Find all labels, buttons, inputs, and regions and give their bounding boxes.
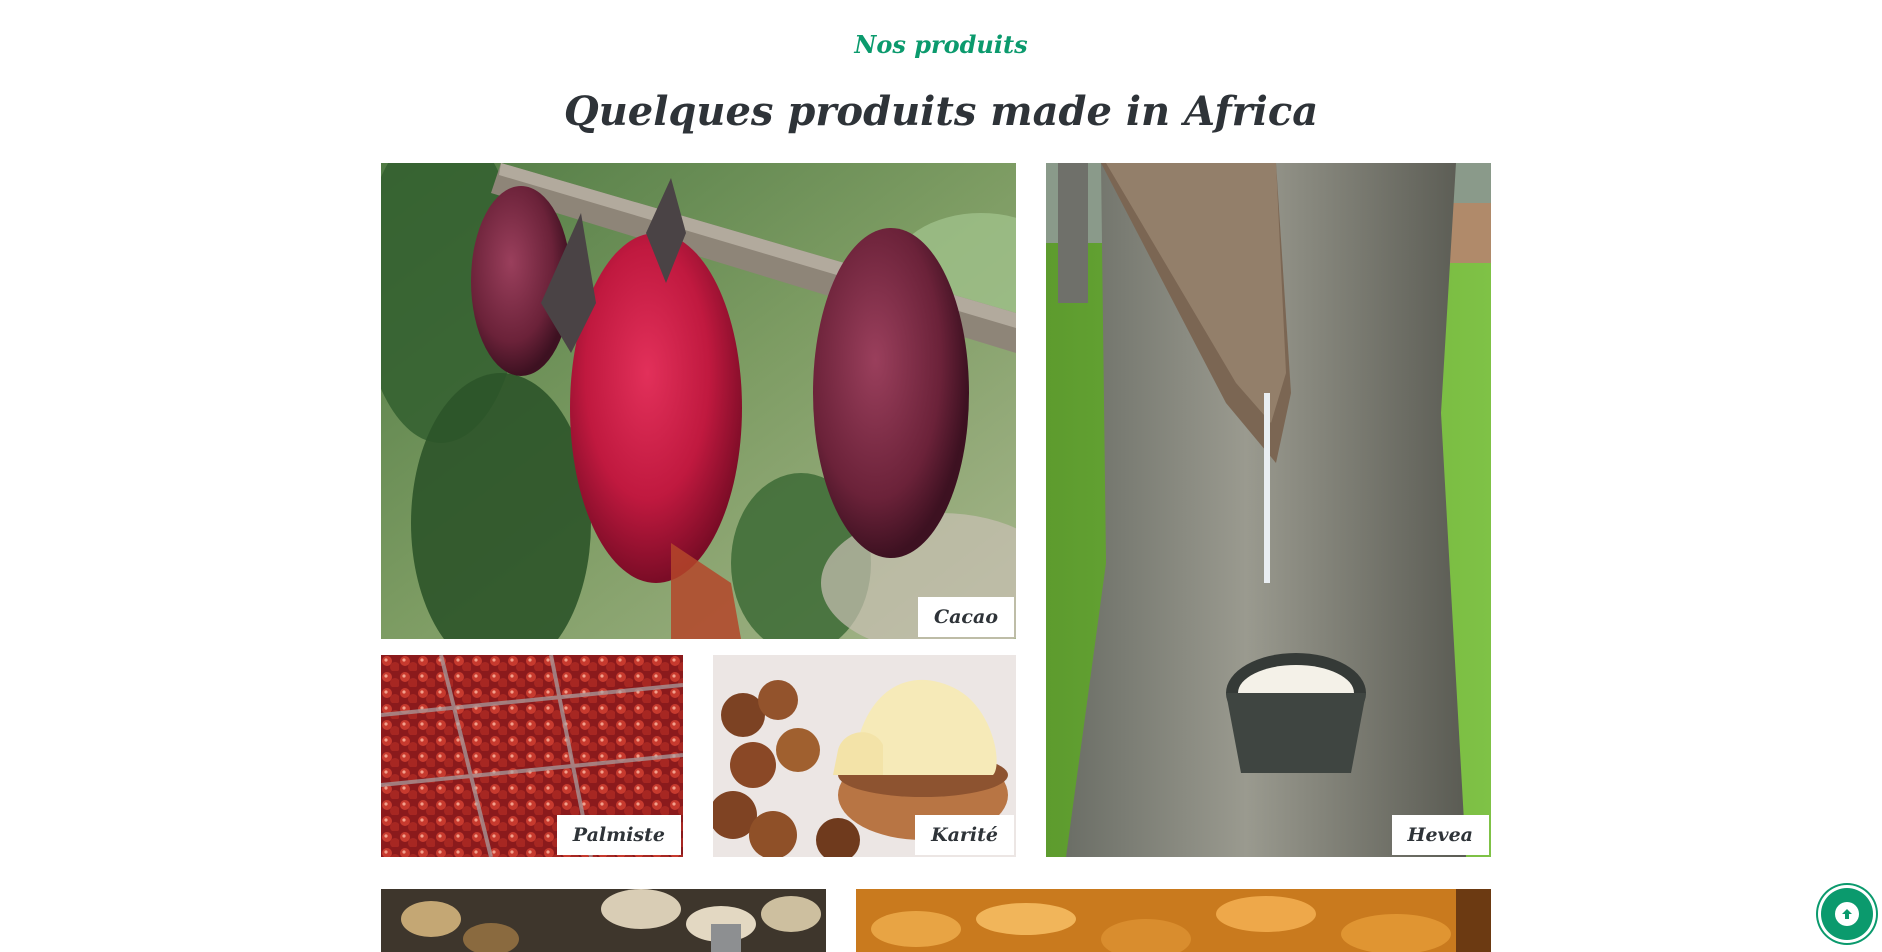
cacao-photo bbox=[381, 163, 1016, 639]
hevea-photo bbox=[1046, 163, 1491, 857]
product-tile-cacao[interactable]: Cacao bbox=[381, 163, 1016, 639]
nuts-photo bbox=[381, 889, 826, 952]
arrow-up-circle-icon bbox=[1835, 902, 1859, 926]
product-tile-palmiste[interactable]: Palmiste bbox=[381, 655, 683, 857]
product-label-karite: Karité bbox=[915, 815, 1014, 855]
product-label-cacao: Cacao bbox=[918, 597, 1014, 637]
mango-photo bbox=[856, 889, 1491, 952]
products-section-header: Nos produits Quelques produits made in A… bbox=[0, 28, 1882, 136]
section-title: Quelques produits made in Africa bbox=[563, 88, 1319, 135]
product-tile-mango-partial[interactable] bbox=[856, 889, 1491, 952]
section-eyebrow: Nos produits bbox=[854, 30, 1028, 59]
page: Nos produits Quelques produits made in A… bbox=[0, 0, 1882, 952]
product-tile-hevea[interactable]: Hevea bbox=[1046, 163, 1491, 857]
scroll-to-top-button[interactable] bbox=[1821, 888, 1873, 940]
product-tile-karite[interactable]: Karité bbox=[713, 655, 1016, 857]
product-label-hevea: Hevea bbox=[1391, 815, 1489, 855]
product-label-palmiste: Palmiste bbox=[556, 815, 681, 855]
product-tile-nuts-partial[interactable] bbox=[381, 889, 826, 952]
